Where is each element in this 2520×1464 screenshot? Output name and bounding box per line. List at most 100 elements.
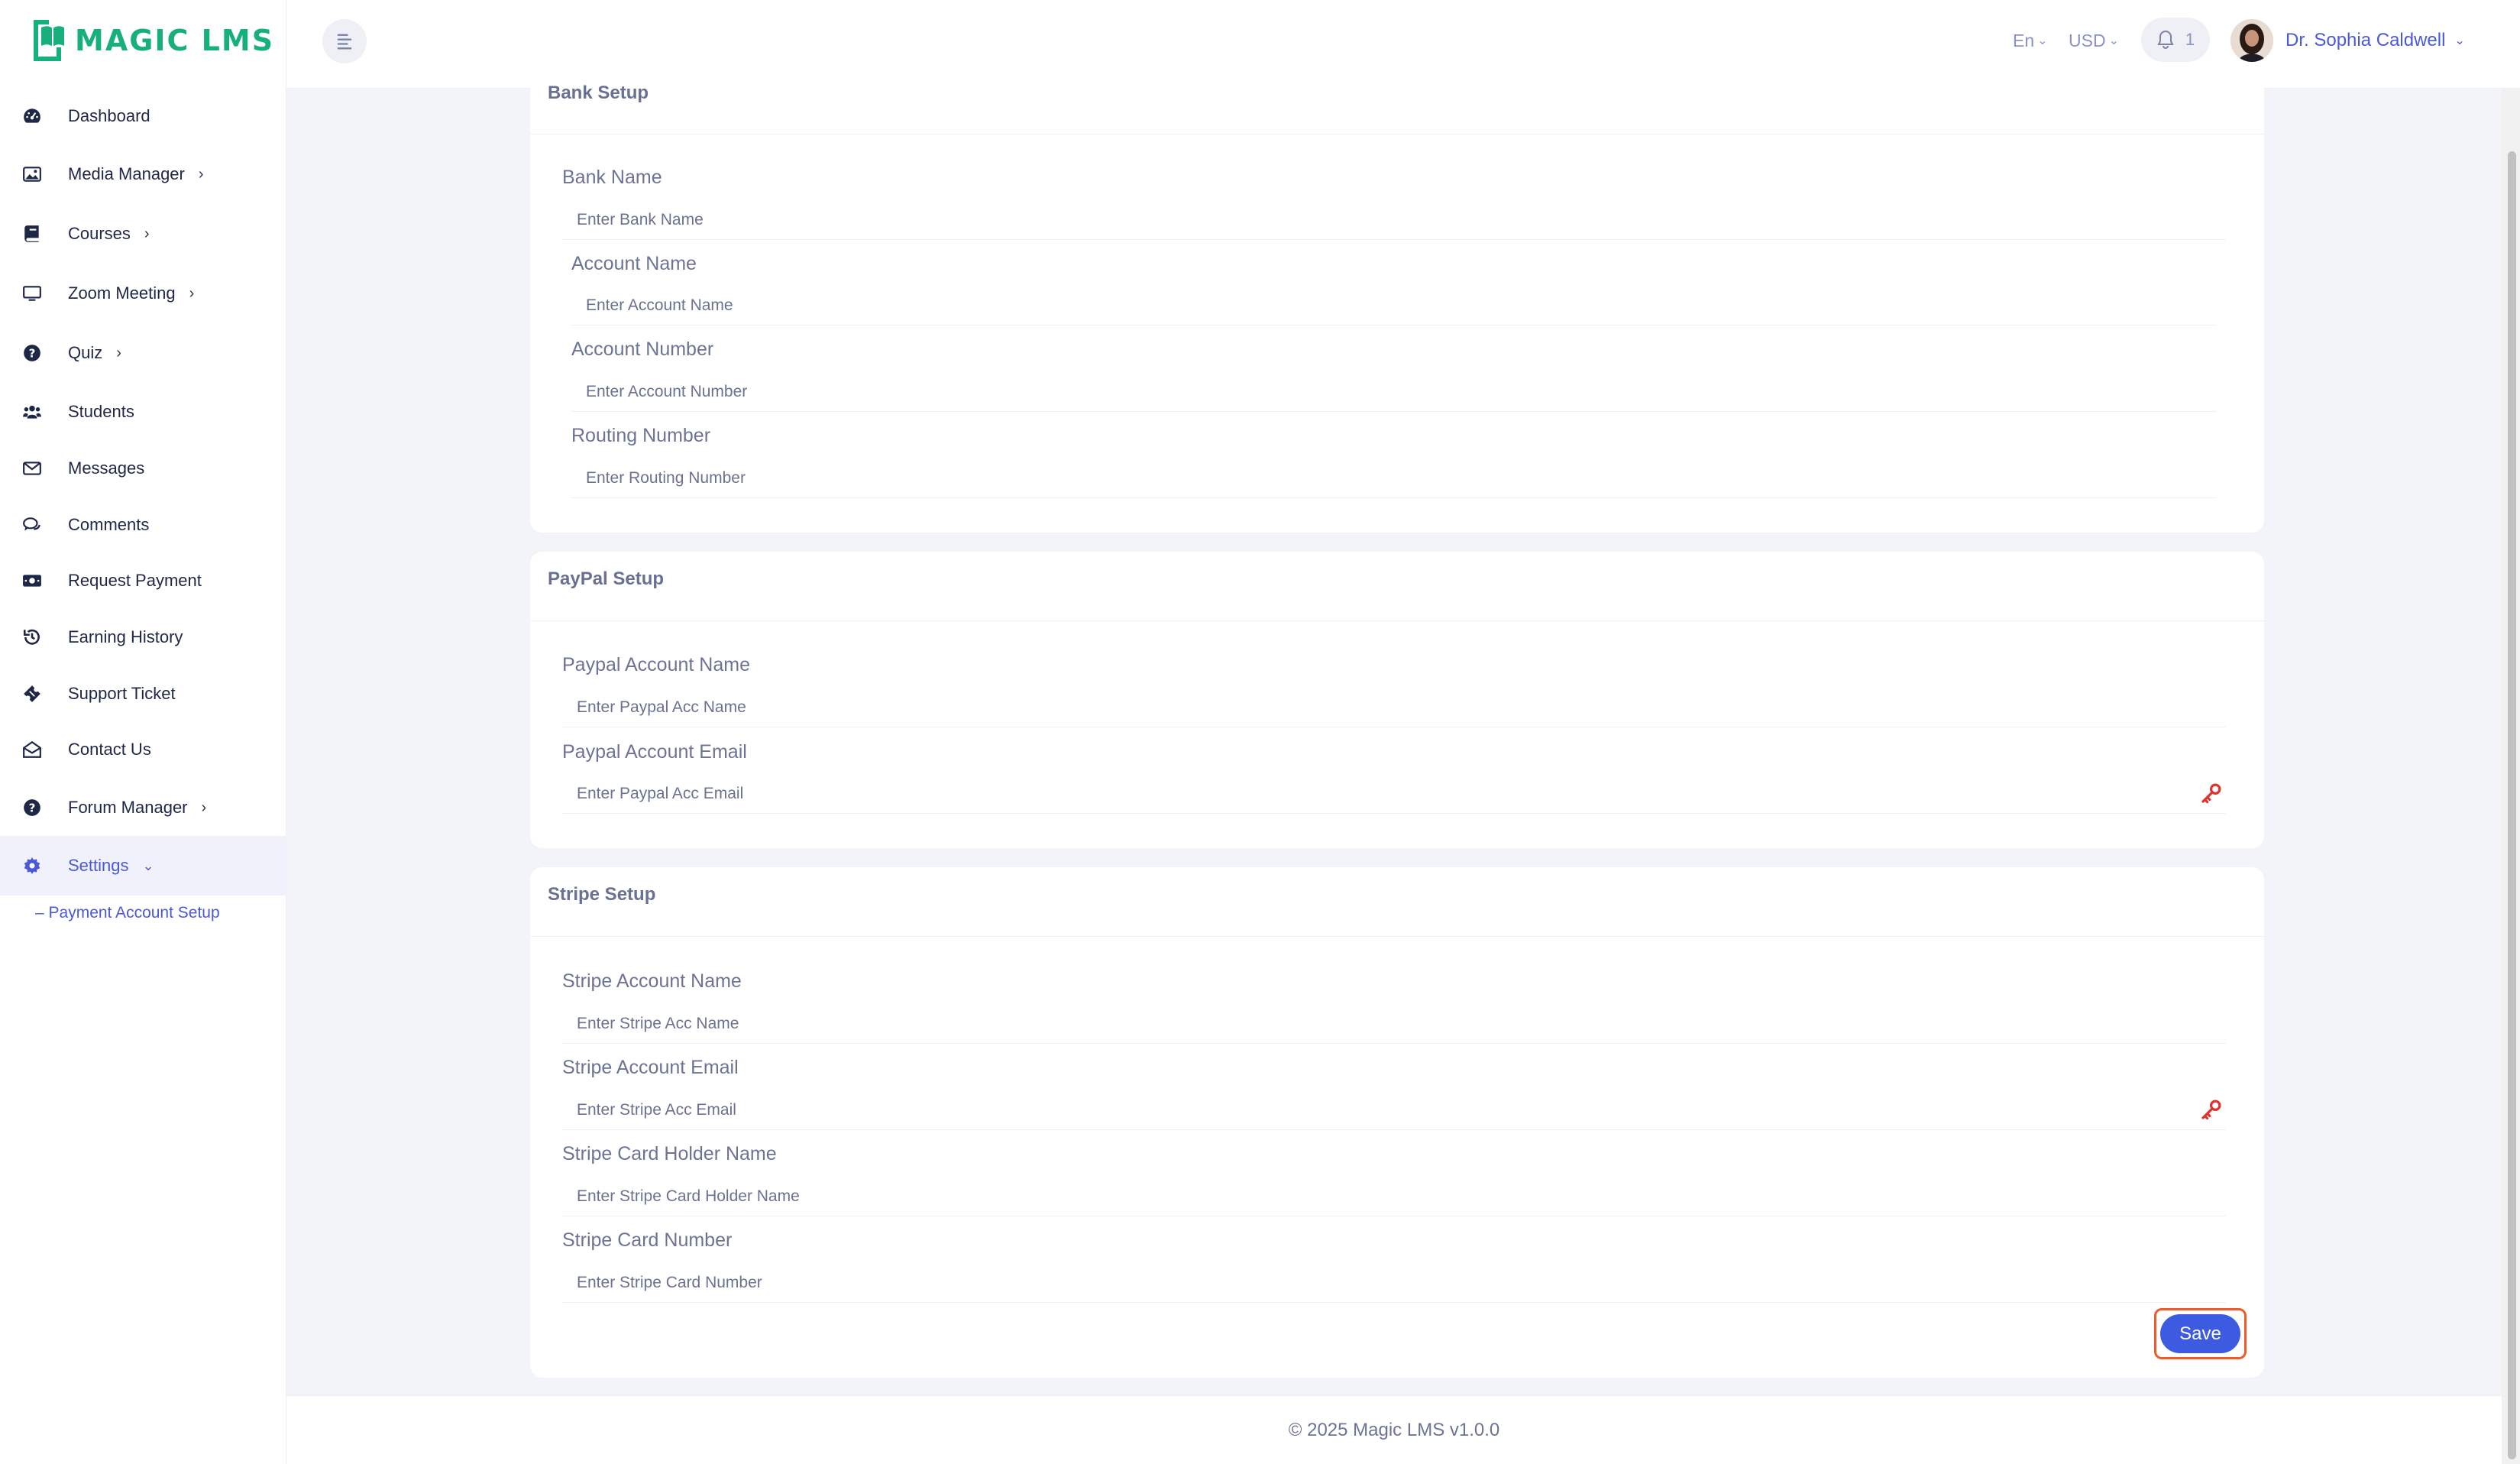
sidebar-item-label: Dashboard — [68, 106, 150, 125]
bank-name-label: Bank Name — [562, 167, 662, 188]
envelope-open-icon — [21, 739, 43, 760]
sidebar-item-messages[interactable]: Messages — [0, 440, 286, 497]
routing-number-label: Routing Number — [571, 425, 711, 446]
bank-setup-title: Bank Setup — [548, 83, 649, 103]
sidebar-item-label: Earning History — [68, 627, 183, 646]
account-name-input[interactable] — [571, 286, 2217, 326]
stripe-setup-card: Stripe Setup Stripe Account Name Stripe … — [530, 867, 2264, 1378]
stripe-setup-title: Stripe Setup — [548, 884, 656, 905]
footer-copyright: © 2025 Magic LMS v1.0.0 — [1288, 1419, 1500, 1440]
sidebar-item-label: Contact Us — [68, 740, 151, 759]
stripe-email-input[interactable] — [562, 1090, 2226, 1130]
sidebar-item-label: Messages — [68, 458, 145, 478]
stripe-card-input[interactable] — [562, 1263, 2226, 1303]
logo[interactable]: MAGIC LMS — [27, 15, 274, 66]
stripe-email-label: Stripe Account Email — [562, 1057, 739, 1078]
dashboard-gauge-icon — [21, 105, 43, 127]
key-icon[interactable] — [2199, 1099, 2222, 1122]
chevron-down-icon: ⌄ — [142, 857, 154, 873]
paypal-setup-card: PayPal Setup Paypal Account Name Paypal … — [530, 552, 2264, 848]
user-name: Dr. Sophia Caldwell — [2285, 30, 2446, 50]
sidebar-item-dashboard[interactable]: Dashboard — [0, 88, 286, 144]
stripe-holder-input[interactable] — [562, 1177, 2226, 1216]
account-number-label: Account Number — [571, 338, 714, 360]
logo-book-icon — [34, 20, 64, 61]
book-icon — [21, 223, 43, 245]
users-icon — [21, 401, 43, 423]
svg-text:?: ? — [29, 801, 36, 815]
sidebar-item-label: Courses — [68, 224, 131, 243]
chevron-right-icon: › — [198, 165, 204, 183]
paypal-name-input[interactable] — [562, 688, 2226, 727]
bell-icon — [2157, 30, 2174, 49]
paypal-email-label: Paypal Account Email — [562, 741, 747, 763]
card-divider — [530, 620, 2264, 621]
chevron-right-icon: › — [189, 284, 195, 302]
sidebar-item-forum-manager[interactable]: ? Forum Manager › — [0, 779, 286, 836]
sidebar-item-label: Media Manager — [68, 164, 185, 183]
avatar — [2230, 19, 2273, 62]
monitor-icon — [21, 283, 43, 304]
paypal-email-input[interactable] — [562, 774, 2226, 814]
money-bill-icon — [21, 570, 43, 591]
sidebar-item-label: Settings — [68, 856, 129, 875]
sidebar-item-courses[interactable]: Courses › — [0, 206, 286, 262]
save-button[interactable]: Save — [2160, 1314, 2240, 1353]
sidebar-item-label: Zoom Meeting — [68, 283, 176, 303]
bank-name-input[interactable] — [562, 200, 2226, 240]
stripe-holder-label: Stripe Card Holder Name — [562, 1143, 777, 1164]
stripe-name-input[interactable] — [562, 1004, 2226, 1044]
sidebar-item-comments[interactable]: Comments — [0, 497, 286, 553]
sidebar-item-support-ticket[interactable]: Support Ticket — [0, 666, 286, 722]
card-divider — [530, 936, 2264, 937]
sidebar-item-zoom-meeting[interactable]: Zoom Meeting › — [0, 265, 286, 322]
language-value: En — [2013, 30, 2035, 50]
sidebar-item-contact-us[interactable]: Contact Us — [0, 721, 286, 778]
account-name-label: Account Name — [571, 253, 697, 274]
notification-button[interactable]: 1 — [2141, 18, 2210, 62]
notification-count: 1 — [2185, 30, 2195, 49]
language-selector[interactable]: En ⌄ — [2013, 17, 2048, 64]
svg-text:?: ? — [29, 346, 36, 360]
save-button-focus-ring: Save — [2154, 1308, 2247, 1359]
sidebar-item-label: Quiz — [68, 343, 103, 362]
envelope-icon — [21, 458, 43, 479]
sidebar-item-media-manager[interactable]: Media Manager › — [0, 146, 286, 202]
history-icon — [21, 627, 43, 648]
paypal-name-label: Paypal Account Name — [562, 654, 750, 675]
chevron-right-icon: › — [116, 344, 121, 361]
image-icon — [21, 164, 43, 185]
logo-text: MAGIC LMS — [75, 24, 275, 57]
chevron-right-icon: › — [201, 798, 207, 816]
scrollbar-thumb[interactable] — [2508, 151, 2516, 1459]
question-circle-icon: ? — [21, 797, 43, 818]
stripe-name-label: Stripe Account Name — [562, 970, 742, 992]
sidebar-item-request-payment[interactable]: Request Payment — [0, 552, 286, 609]
user-menu[interactable]: Dr. Sophia Caldwell ⌄ — [2230, 17, 2465, 64]
currency-selector[interactable]: USD ⌄ — [2069, 17, 2119, 64]
sidebar-item-quiz[interactable]: ? Quiz › — [0, 325, 286, 381]
routing-number-input[interactable] — [571, 458, 2217, 498]
question-circle-icon: ? — [21, 342, 43, 364]
ticket-icon — [21, 683, 43, 704]
gear-icon — [21, 855, 43, 876]
paypal-setup-title: PayPal Setup — [548, 568, 665, 589]
sidebar-subitem-payment-account-setup[interactable]: – Payment Account Setup — [35, 904, 220, 922]
sidebar-item-label: Forum Manager — [68, 798, 188, 817]
menu-toggle-button[interactable] — [322, 19, 367, 63]
sidebar-item-label: Request Payment — [68, 571, 202, 590]
menu-lines-icon — [337, 34, 352, 50]
sidebar: MAGIC LMS Dashboard Media Manager › Cour… — [0, 0, 286, 1464]
footer: © 2025 Magic LMS v1.0.0 — [286, 1395, 2502, 1464]
account-number-input[interactable] — [571, 372, 2217, 412]
chevron-down-icon: ⌄ — [2108, 34, 2119, 47]
currency-value: USD — [2069, 30, 2106, 50]
sidebar-item-students[interactable]: Students — [0, 384, 286, 440]
sidebar-item-label: Comments — [68, 515, 150, 534]
comments-icon — [21, 514, 43, 536]
key-icon[interactable] — [2199, 782, 2222, 805]
stripe-card-label: Stripe Card Number — [562, 1229, 733, 1251]
sidebar-item-label: Students — [68, 402, 134, 421]
sidebar-item-settings[interactable]: Settings ⌄ — [0, 836, 286, 896]
sidebar-item-earning-history[interactable]: Earning History — [0, 609, 286, 666]
